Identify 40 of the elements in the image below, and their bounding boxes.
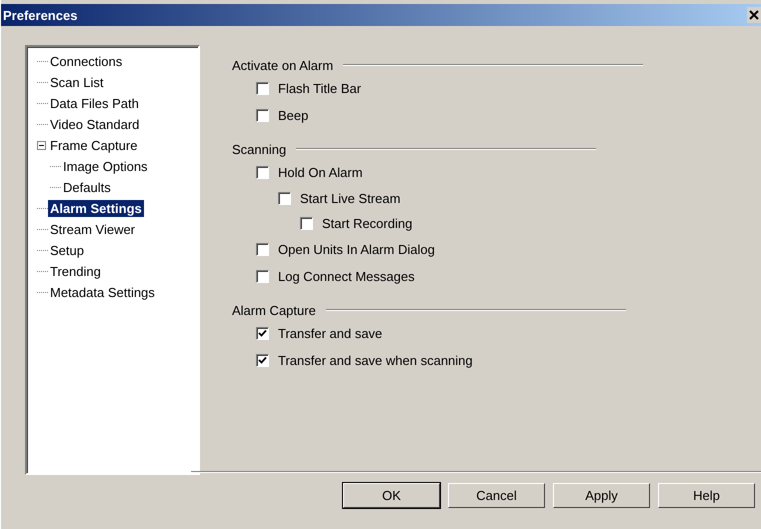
dialog-button[interactable]: Help bbox=[658, 483, 755, 508]
tree-item[interactable]: Metadata Settings bbox=[48, 284, 157, 301]
option-label[interactable]: Transfer and save when scanning bbox=[278, 353, 473, 368]
option-label[interactable]: Beep bbox=[278, 108, 308, 123]
option-label[interactable]: Start Recording bbox=[322, 216, 412, 231]
tree-item[interactable]: Data Files Path bbox=[48, 95, 141, 112]
option-label[interactable]: Transfer and save bbox=[278, 326, 382, 341]
checkbox[interactable] bbox=[256, 270, 269, 283]
dialog-button[interactable]: Cancel bbox=[448, 483, 545, 508]
tree-item[interactable]: Alarm Settings bbox=[48, 200, 144, 217]
option-label[interactable]: Log Connect Messages bbox=[278, 269, 415, 284]
checkbox[interactable] bbox=[256, 243, 269, 256]
checkbox[interactable] bbox=[256, 109, 269, 122]
group-title: Activate on Alarm bbox=[232, 58, 334, 72]
tree-item[interactable]: Connections bbox=[48, 53, 124, 70]
option-label[interactable]: Open Units In Alarm Dialog bbox=[278, 242, 435, 257]
checkbox[interactable] bbox=[300, 217, 313, 230]
checkbox[interactable] bbox=[256, 327, 269, 340]
checkbox[interactable] bbox=[278, 192, 291, 205]
window-title: Preferences bbox=[3, 8, 78, 22]
tree-item[interactable]: Defaults bbox=[61, 179, 113, 196]
tree-item[interactable]: Image Options bbox=[61, 158, 150, 175]
group-title: Alarm Capture bbox=[232, 302, 316, 318]
collapse-icon[interactable] bbox=[37, 141, 46, 150]
tree-item[interactable]: Scan List bbox=[48, 74, 106, 91]
checkbox[interactable] bbox=[256, 166, 269, 179]
option-label[interactable]: Flash Title Bar bbox=[278, 81, 362, 96]
close-icon[interactable] bbox=[747, 7, 761, 23]
option-label[interactable]: Hold On Alarm bbox=[278, 165, 363, 180]
checkbox[interactable] bbox=[256, 82, 269, 95]
tree-item[interactable]: Setup bbox=[48, 242, 86, 259]
group-title: Scanning bbox=[232, 142, 286, 156]
tree-item[interactable]: Frame Capture bbox=[48, 137, 140, 154]
option-label[interactable]: Start Live Stream bbox=[300, 191, 400, 206]
tree-item[interactable]: Trending bbox=[48, 263, 103, 280]
dialog-button[interactable]: OK bbox=[343, 483, 440, 508]
tree-item[interactable]: Stream Viewer bbox=[48, 221, 138, 238]
tree-item[interactable]: Video Standard bbox=[48, 116, 142, 133]
checkbox[interactable] bbox=[256, 354, 269, 367]
dialog-button[interactable]: Apply bbox=[553, 483, 650, 508]
